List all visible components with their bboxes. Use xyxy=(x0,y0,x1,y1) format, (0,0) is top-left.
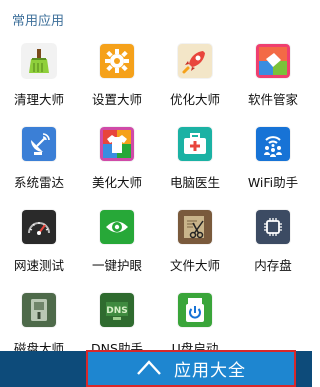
app-pc-doctor[interactable]: 电脑医生 xyxy=(156,127,234,210)
eye-icon xyxy=(100,210,134,244)
app-eye-protect[interactable]: 一键护眼 xyxy=(78,210,156,293)
dns-icon: DNS xyxy=(100,293,134,327)
app-label: 软件管家 xyxy=(247,92,298,107)
tshirt-icon xyxy=(100,127,134,161)
all-apps-button[interactable]: 应用大全 xyxy=(86,350,296,387)
app-label: 文件大师 xyxy=(169,258,220,273)
app-optimize[interactable]: 优化大师 xyxy=(156,44,234,127)
chevron-up-icon xyxy=(136,357,162,381)
medkit-icon xyxy=(178,127,212,161)
app-wifi-helper[interactable]: WiFi助手 xyxy=(234,127,312,210)
scissors-icon xyxy=(178,210,212,244)
app-label: 电脑医生 xyxy=(169,175,220,190)
app-label: WiFi助手 xyxy=(247,175,299,190)
speedometer-icon xyxy=(22,210,56,244)
app-row: 系统雷达 美化大师 电脑医生 WiFi助手 xyxy=(0,127,312,210)
app-cleanup[interactable]: 清理大师 xyxy=(0,44,78,127)
app-label: 系统雷达 xyxy=(13,175,64,190)
wifi-people-icon xyxy=(256,127,290,161)
app-beautify[interactable]: 美化大师 xyxy=(78,127,156,210)
app-settings[interactable]: 设置大师 xyxy=(78,44,156,127)
gear-icon xyxy=(100,44,134,78)
app-row: 清理大师 设置大师 优化大师 软件管家 xyxy=(0,44,312,127)
app-grid: 清理大师 设置大师 优化大师 软件管家 系统雷达 美化大师 电脑医生 WiFi助… xyxy=(0,44,312,376)
disk-icon xyxy=(22,293,56,327)
app-label: 网速测试 xyxy=(13,258,64,273)
app-ram-disk[interactable]: 内存盘 xyxy=(234,210,312,293)
app-software-manager[interactable]: 软件管家 xyxy=(234,44,312,127)
svg-text:DNS: DNS xyxy=(106,306,128,316)
rocket-icon xyxy=(178,44,212,78)
app-file-master[interactable]: 文件大师 xyxy=(156,210,234,293)
section-title: 常用应用 xyxy=(12,14,65,29)
radar-icon xyxy=(22,127,56,161)
all-apps-label: 应用大全 xyxy=(174,361,246,381)
app-system-radar[interactable]: 系统雷达 xyxy=(0,127,78,210)
app-label: 清理大师 xyxy=(13,92,64,107)
package-icon xyxy=(256,44,290,78)
app-label: 内存盘 xyxy=(254,258,292,273)
app-label: 优化大师 xyxy=(169,92,220,107)
app-label: 一键护眼 xyxy=(91,258,142,273)
app-row: 网速测试 一键护眼 文件大师 内存盘 xyxy=(0,210,312,293)
app-label: 美化大师 xyxy=(91,175,142,190)
app-speed-test[interactable]: 网速测试 xyxy=(0,210,78,293)
broom-icon xyxy=(22,44,56,78)
chip-icon xyxy=(256,210,290,244)
app-label: 设置大师 xyxy=(91,92,142,107)
usb-power-icon xyxy=(178,293,212,327)
